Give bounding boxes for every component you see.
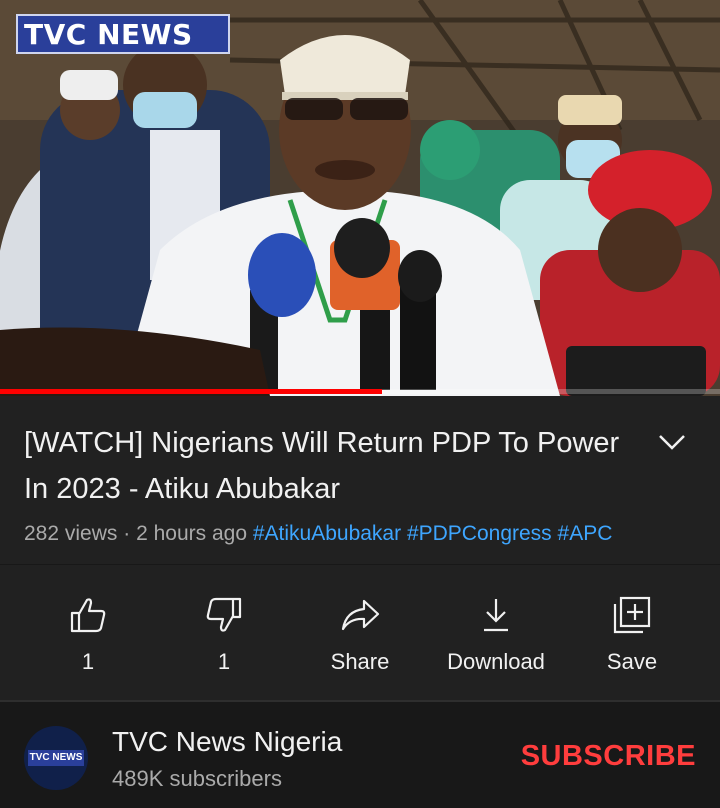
dislike-count: 1: [217, 649, 231, 674]
channel-row: TVC NEWS TVC News Nigeria 489K subscribe…: [0, 704, 720, 808]
hashtag-link[interactable]: #PDPCongress: [407, 522, 552, 545]
avatar-logo: TVC NEWS: [28, 750, 84, 766]
thumbs-down-icon: [206, 597, 242, 632]
progress-bar[interactable]: [0, 389, 720, 394]
subscribe-button[interactable]: SUBSCRIBE: [521, 740, 696, 773]
like-count: 1: [81, 649, 95, 674]
video-title[interactable]: [WATCH] Nigerians Will Return PDP To Pow…: [24, 420, 634, 512]
save-playlist-icon: [613, 596, 651, 634]
progress-played: [0, 389, 382, 394]
hashtag-link[interactable]: #APC: [558, 522, 613, 545]
share-label: Share: [330, 649, 390, 674]
action-bar: 1 1 Share Download Save: [0, 564, 720, 702]
download-icon: [484, 599, 508, 632]
expand-description-button[interactable]: [652, 426, 692, 456]
download-label: Download: [447, 649, 545, 674]
video-info-panel: [WATCH] Nigerians Will Return PDP To Pow…: [0, 396, 720, 564]
video-player[interactable]: TVC NEWS: [0, 0, 720, 396]
like-button[interactable]: 1: [20, 565, 156, 703]
watermark-text: TVC NEWS: [24, 17, 193, 51]
dislike-button[interactable]: 1: [156, 565, 292, 703]
save-button[interactable]: Save: [564, 565, 700, 703]
share-button[interactable]: Share: [292, 565, 428, 703]
chevron-down-icon: [659, 435, 685, 450]
thumbs-up-icon: [70, 598, 106, 633]
save-label: Save: [606, 649, 658, 674]
channel-name[interactable]: TVC News Nigeria: [112, 726, 342, 758]
upload-age: 2 hours ago: [136, 522, 247, 545]
video-frame: [0, 0, 720, 396]
hashtag-link[interactable]: #AtikuAbubakar: [253, 522, 401, 545]
meta-separator: ·: [123, 522, 131, 545]
video-meta: 282 views · 2 hours ago #AtikuAbubakar #…: [24, 522, 714, 546]
channel-avatar[interactable]: TVC NEWS: [24, 726, 88, 790]
tvc-news-watermark: TVC NEWS: [16, 14, 230, 54]
view-count: 282 views: [24, 522, 118, 545]
download-button[interactable]: Download: [428, 565, 564, 703]
share-icon: [341, 599, 380, 631]
subscriber-count: 489K subscribers: [112, 766, 282, 791]
